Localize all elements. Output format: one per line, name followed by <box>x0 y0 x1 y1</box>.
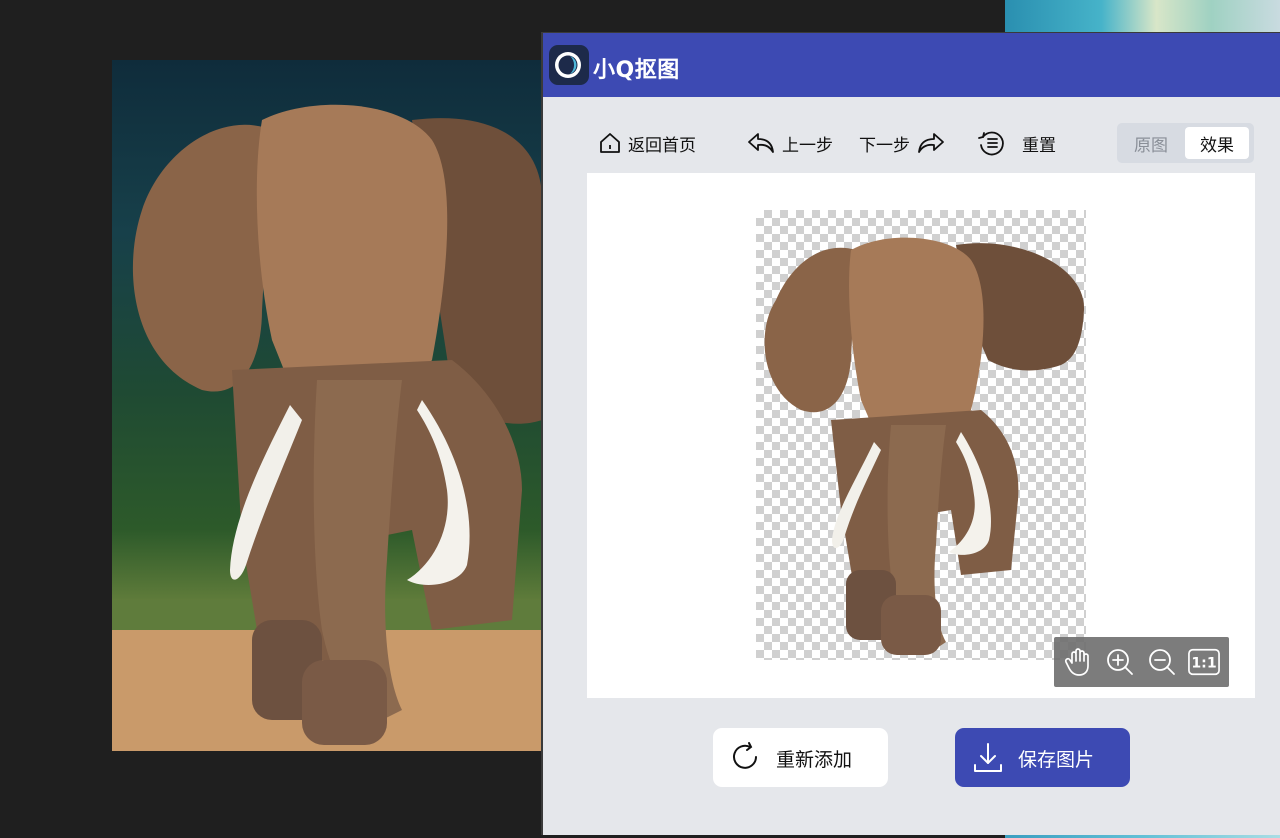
zoom-controls: 1:1 <box>1054 637 1229 687</box>
home-label: 返回首页 <box>628 135 696 156</box>
undo-label: 上一步 <box>782 135 833 156</box>
view-toggle: 原图 效果 <box>1117 123 1254 163</box>
actual-size-icon[interactable]: 1:1 <box>1188 646 1220 678</box>
transparent-background <box>756 210 1086 660</box>
refresh-icon <box>730 741 762 777</box>
result-canvas[interactable]: 1:1 <box>587 173 1255 698</box>
home-icon <box>598 131 622 155</box>
elephant-photo <box>112 104 542 751</box>
reset-label: 重置 <box>1022 135 1056 156</box>
readd-button[interactable]: 重新添加 <box>713 728 888 787</box>
zoom-out-icon[interactable] <box>1146 646 1178 678</box>
zoom-in-icon[interactable] <box>1104 646 1136 678</box>
hand-icon[interactable] <box>1062 646 1094 678</box>
readd-label: 重新添加 <box>776 749 853 771</box>
reset-button[interactable]: 重置 <box>976 123 1056 163</box>
home-button[interactable]: 返回首页 <box>598 123 696 163</box>
toggle-effect[interactable]: 效果 <box>1185 127 1249 159</box>
undo-button[interactable]: 上一步 <box>746 123 833 163</box>
toggle-original[interactable]: 原图 <box>1119 127 1183 159</box>
reset-icon <box>976 129 1008 157</box>
app-window: 小Q抠图 返回首页 上一步 下一步 重置 原图 效果 1:1 重新添加 保存图片 <box>541 32 1280 835</box>
title-bar: 小Q抠图 <box>543 33 1280 97</box>
save-image-button[interactable]: 保存图片 <box>955 728 1130 787</box>
actual-size-label: 1:1 <box>1191 656 1216 672</box>
cutout-elephant <box>764 237 1085 655</box>
save-label: 保存图片 <box>1018 749 1095 771</box>
redo-label: 下一步 <box>859 135 910 156</box>
app-logo-icon <box>549 45 589 85</box>
redo-icon <box>916 130 946 156</box>
desktop-wallpaper-fragment <box>1005 0 1280 34</box>
download-icon <box>972 741 1004 779</box>
source-image-preview <box>112 60 542 751</box>
undo-icon <box>746 130 776 156</box>
redo-button[interactable]: 下一步 <box>859 123 946 163</box>
app-title: 小Q抠图 <box>593 58 680 83</box>
